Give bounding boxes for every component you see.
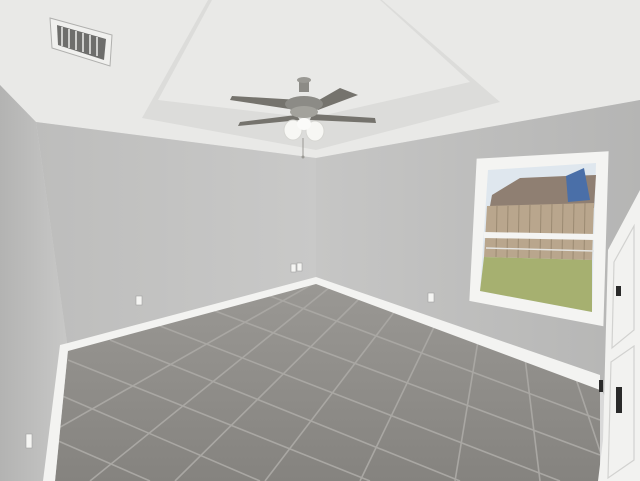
room-illustration	[0, 0, 640, 481]
window-icon	[469, 151, 609, 327]
room-photo	[0, 0, 640, 481]
